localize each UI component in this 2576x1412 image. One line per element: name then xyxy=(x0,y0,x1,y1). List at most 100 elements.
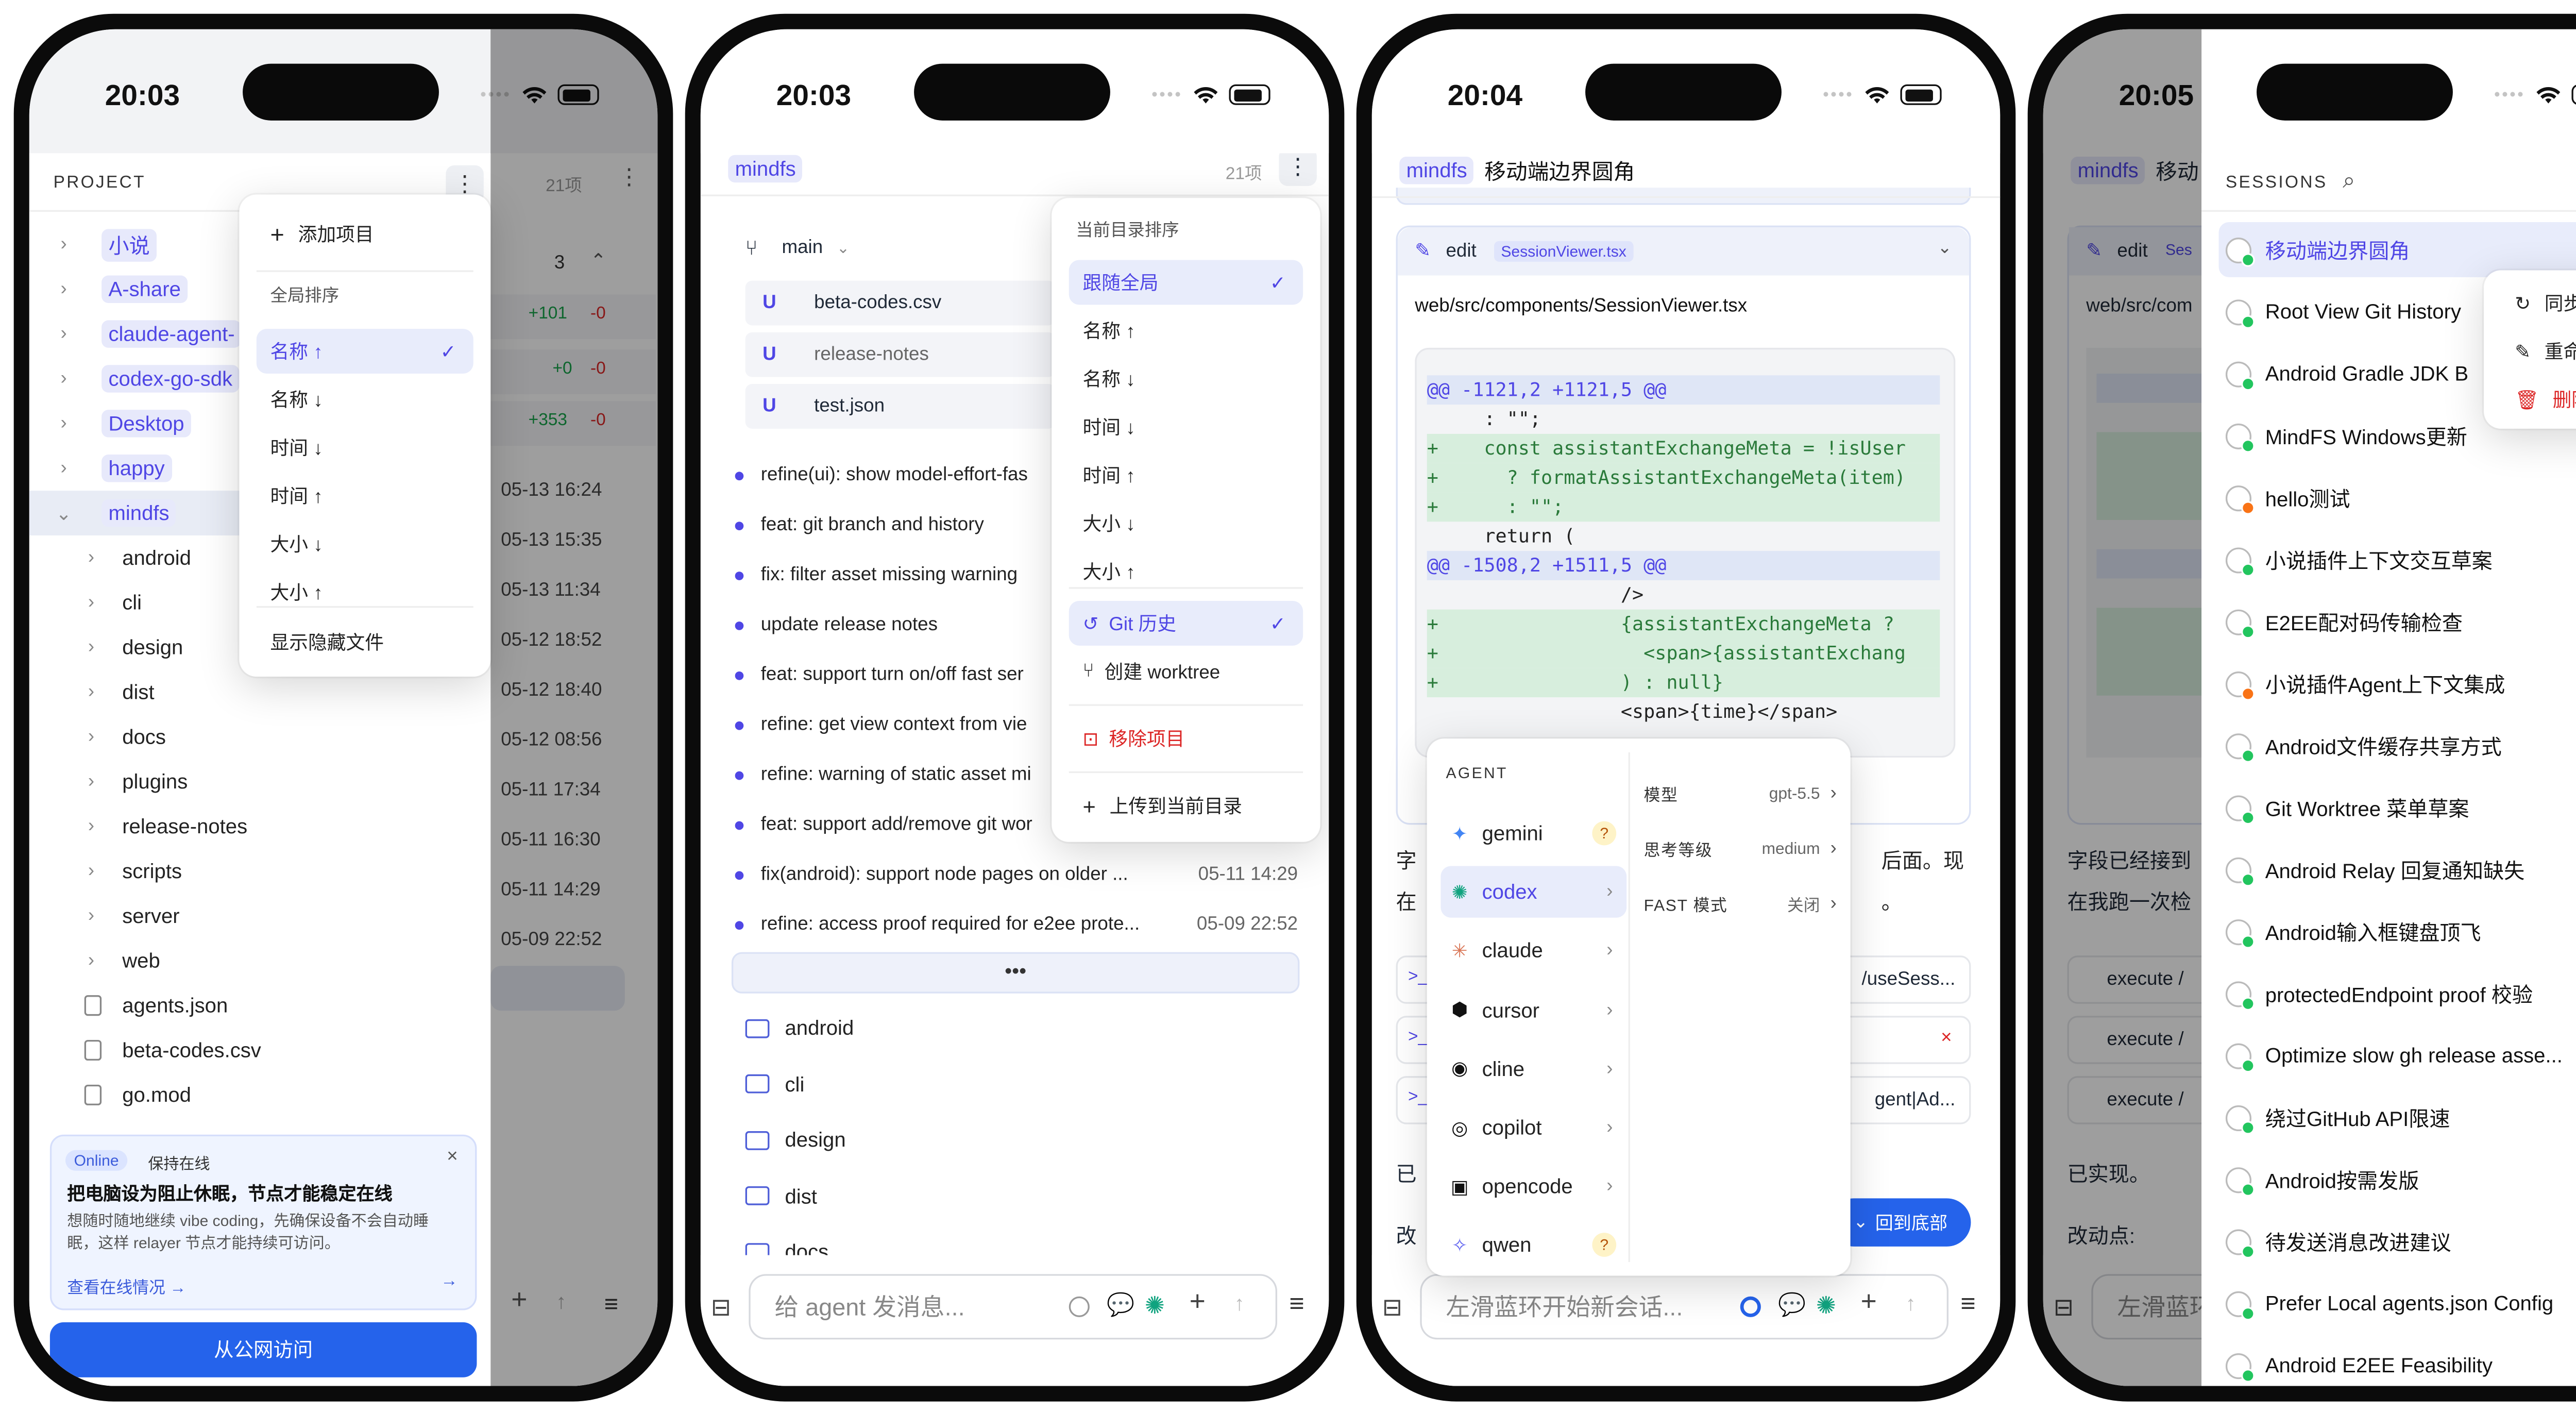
sort-option[interactable]: 时间 ↓ xyxy=(1069,405,1303,449)
sort-option[interactable]: 名称 ↑ xyxy=(1069,308,1303,353)
overlay[interactable] xyxy=(2043,29,2202,1386)
sort-option[interactable]: 名称 ↑ ✓ xyxy=(256,329,473,374)
show-hidden-files-item[interactable]: 显示隐藏文件 xyxy=(257,620,473,665)
session-item[interactable]: 待发送消息改进建议5/9⋮ xyxy=(2219,1214,2576,1269)
sort-option[interactable]: 名称 ↓ xyxy=(257,377,473,422)
rename-item[interactable]: ✎重命名 xyxy=(2501,329,2576,374)
chevron-down-icon[interactable]: ⌄ xyxy=(1938,239,1952,258)
session-item[interactable]: 小说插件上下文交互草案5/12⋮ xyxy=(2219,532,2576,587)
agent-option[interactable]: ◎ copilot › xyxy=(1440,1102,1626,1153)
sync-item[interactable]: ↻同步 xyxy=(2501,281,2576,326)
folder-row[interactable]: android xyxy=(745,1000,854,1055)
scroll-to-bottom-button[interactable]: ⌄ 回到底部 xyxy=(1829,1198,1971,1247)
tree-row-folder[interactable]: › web xyxy=(29,938,160,983)
branch-icon: ⑂ xyxy=(1082,661,1094,682)
chat-bubble-icon[interactable]: 💬 xyxy=(1778,1291,1806,1319)
session-item[interactable]: protectedEndpoint proof 校验5/10⋮ xyxy=(2219,966,2576,1021)
session-item[interactable]: Android按需发版5/9⋮ xyxy=(2219,1152,2576,1207)
changed-file-row[interactable]: Urelease-notes xyxy=(745,332,1056,377)
upload-item[interactable]: + 上传到当前目录 xyxy=(1069,783,1303,828)
openai-icon[interactable]: ✺ xyxy=(1145,1291,1165,1321)
tree-row-file[interactable]: beta-codes.csv xyxy=(29,1028,261,1073)
close-icon[interactable]: × xyxy=(447,1147,458,1167)
tree-row-folder[interactable]: › dist xyxy=(29,670,155,715)
sort-option[interactable]: 时间 ↓ xyxy=(257,425,473,470)
session-item[interactable]: Android E2EE Feasibility5/9⋮ xyxy=(2219,1338,2576,1386)
kebab-icon[interactable]: ⋮ xyxy=(1279,148,1317,186)
send-icon[interactable]: ↑ xyxy=(1234,1291,1244,1316)
session-item[interactable]: Optimize slow gh release asse...5/9⋮ xyxy=(2219,1028,2576,1083)
git-history-item[interactable]: ↺ Git 历史 ✓ xyxy=(1069,601,1303,646)
blue-ring-icon[interactable] xyxy=(1740,1296,1761,1317)
tree-row-folder[interactable]: › android xyxy=(29,535,191,580)
openai-icon[interactable]: ✺ xyxy=(1816,1291,1836,1321)
agent-option[interactable]: ✧ qwen? xyxy=(1440,1220,1626,1271)
overlay[interactable] xyxy=(490,29,658,1386)
session-item[interactable]: Prefer Local agents.json Config5/9⋮ xyxy=(2219,1276,2576,1331)
session-item[interactable]: 移动端边界圆角3h⋮ xyxy=(2218,222,2576,277)
more-commits-button[interactable]: ••• xyxy=(731,952,1300,994)
plus-icon[interactable]: + xyxy=(1861,1288,1877,1319)
agent-option[interactable]: ▣ opencode › xyxy=(1440,1161,1626,1212)
agent-setting-row[interactable]: 模型 gpt-5.5 › xyxy=(1644,773,1837,814)
sort-option[interactable]: 时间 ↑ xyxy=(1069,453,1303,498)
session-item[interactable]: 小说插件Agent上下文集成5/11⋮ xyxy=(2219,656,2576,711)
delete-item[interactable]: 🗑删除 xyxy=(2501,377,2576,422)
tree-row-folder[interactable]: › server xyxy=(29,894,180,938)
session-item[interactable]: E2EE配对码传输检查5/11⋮ xyxy=(2219,594,2576,649)
tree-row-folder[interactable]: › scripts xyxy=(29,849,182,894)
session-item[interactable]: Android文件缓存共享方式5/11⋮ xyxy=(2219,718,2576,773)
agent-option[interactable]: ◉ cline › xyxy=(1440,1043,1626,1095)
session-item[interactable]: 绕过GitHub API限速5/9⋮ xyxy=(2219,1090,2576,1145)
tree-row-file[interactable]: agents.json xyxy=(29,983,228,1028)
add-project-item[interactable]: + 添加项目 xyxy=(257,212,473,257)
sort-option[interactable]: 大小 ↓ xyxy=(1069,501,1303,546)
tree-toggle-icon[interactable]: ⊟ xyxy=(711,1293,731,1322)
agent-option[interactable]: ✦ gemini? xyxy=(1440,808,1626,859)
send-icon[interactable]: ↑ xyxy=(1905,1291,1916,1316)
sort-option[interactable]: 大小 ↑ xyxy=(257,570,473,615)
changed-file-row[interactable]: Ubeta-codes.csv xyxy=(745,280,1056,326)
project-chip[interactable]: mindfs xyxy=(1399,156,1475,183)
tree-row-file[interactable]: go.mod xyxy=(29,1072,191,1117)
menu-icon[interactable]: ≡ xyxy=(1960,1289,1975,1319)
menu-icon[interactable]: ≡ xyxy=(1289,1289,1304,1319)
commit-row[interactable]: refine: access proof required for e2ee p… xyxy=(735,900,1298,949)
plus-icon[interactable]: + xyxy=(1190,1288,1206,1319)
project-chip[interactable]: mindfs xyxy=(728,155,803,183)
agent-setting-row[interactable]: FAST 模式 关闭 › xyxy=(1644,883,1837,924)
remove-project-item[interactable]: ⊡ 移除项目 xyxy=(1069,716,1303,761)
sort-option[interactable]: 时间 ↑ xyxy=(257,474,473,518)
public-access-button[interactable]: 从公网访问 xyxy=(49,1322,477,1377)
tree-row-folder[interactable]: › design xyxy=(29,625,183,670)
agent-option[interactable]: ⬢ cursor › xyxy=(1440,984,1626,1036)
folder-row[interactable]: design xyxy=(745,1112,846,1167)
sort-option[interactable]: 名称 ↓ xyxy=(1069,357,1303,401)
online-status-link[interactable]: 查看在线情况 → xyxy=(67,1274,186,1298)
agent-option[interactable]: ✳ claude › xyxy=(1440,925,1626,977)
session-item[interactable]: Android输入框键盘顶飞5/10⋮ xyxy=(2219,904,2576,959)
agent-option[interactable]: ✺ codex › xyxy=(1440,866,1627,918)
folder-row[interactable]: cli xyxy=(745,1056,804,1112)
changed-file-row[interactable]: Utest.json xyxy=(745,384,1056,429)
branch-selector[interactable]: ⑂ main ⌄ xyxy=(745,236,850,260)
sort-option[interactable]: 跟随全局 ✓ xyxy=(1069,260,1303,305)
commit-row[interactable]: fix(android): support node pages on olde… xyxy=(735,850,1298,899)
tree-row-folder[interactable]: › docs xyxy=(29,715,166,760)
tree-row-folder[interactable]: › release-notes xyxy=(29,804,247,849)
chat-bubble-icon[interactable]: 💬 xyxy=(1107,1291,1134,1319)
create-worktree-item[interactable]: ⑂ 创建 worktree xyxy=(1069,649,1303,694)
tree-row-folder[interactable]: › plugins xyxy=(29,759,188,804)
tree-toggle-icon[interactable]: ⊟ xyxy=(1382,1293,1402,1322)
sort-option[interactable]: 大小 ↓ xyxy=(257,522,473,566)
session-item[interactable]: Android Relay 回复通知缺失5/11⋮ xyxy=(2219,842,2576,897)
folder-row[interactable]: dist xyxy=(745,1168,817,1223)
status-ring-icon[interactable] xyxy=(1069,1296,1090,1317)
tree-row-folder[interactable]: › cli xyxy=(29,580,142,625)
arrow-right-icon[interactable]: → xyxy=(440,1272,457,1291)
search-icon[interactable]: ⌕ xyxy=(2343,167,2355,194)
gemini-icon: ✦ xyxy=(1451,823,1468,845)
session-item[interactable]: hello测试21h⋮ xyxy=(2219,470,2576,525)
session-item[interactable]: Git Worktree 菜单草案5/11⋮ xyxy=(2219,780,2576,835)
agent-setting-row[interactable]: 思考等级 medium › xyxy=(1644,828,1837,869)
